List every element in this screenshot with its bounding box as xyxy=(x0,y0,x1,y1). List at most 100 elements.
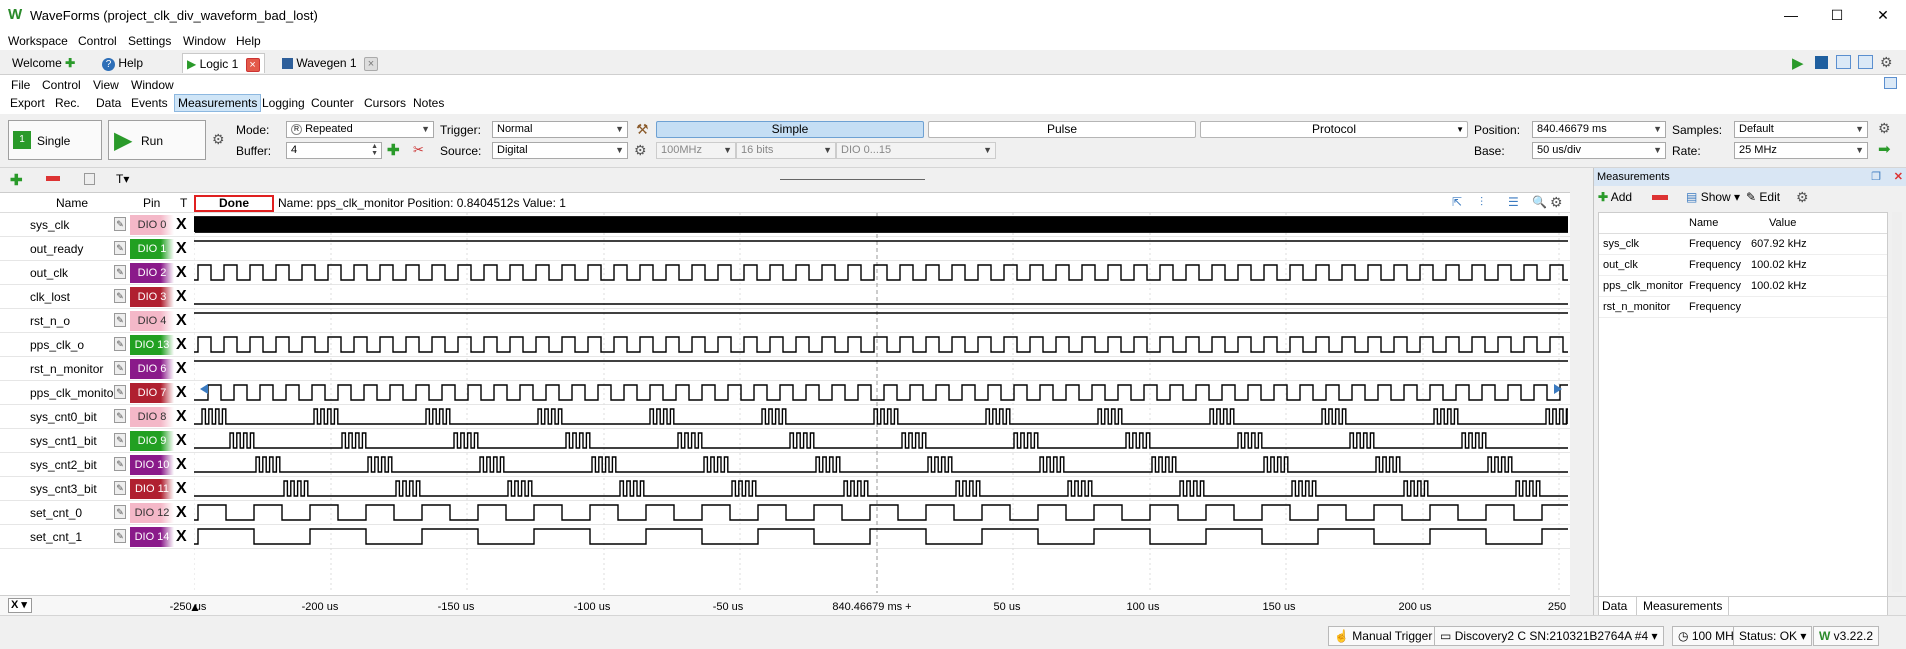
text-format-icon[interactable]: T▾ xyxy=(116,172,129,186)
submenu-window[interactable]: Window xyxy=(131,78,174,92)
trigger-condition-x[interactable]: X xyxy=(176,263,187,283)
show-button[interactable]: ▤ Show ▾ xyxy=(1686,190,1740,204)
pin-badge[interactable]: DIO 11 xyxy=(130,479,174,499)
pin-badge[interactable]: DIO 12 xyxy=(130,503,174,523)
axis-select[interactable]: X ▾ xyxy=(8,598,32,613)
edit-signal-icon[interactable]: ✎ xyxy=(114,505,126,519)
trigger-pulse-tab[interactable]: Pulse xyxy=(928,121,1196,138)
samples-select[interactable]: Default ▼ xyxy=(1734,121,1868,138)
cursor-left-marker-icon[interactable] xyxy=(200,384,208,394)
cascade-icon[interactable] xyxy=(1836,55,1851,69)
stop-all-icon[interactable] xyxy=(1815,56,1828,69)
pin-badge[interactable]: DIO 6 xyxy=(130,359,174,379)
trigger-condition-x[interactable]: X xyxy=(176,431,187,451)
trigger-condition-x[interactable]: X xyxy=(176,503,187,523)
trigger-condition-x[interactable]: X xyxy=(176,455,187,475)
submenu-file[interactable]: File xyxy=(11,78,30,92)
device-selector[interactable]: ▭ Discovery2 C SN:210321B2764A #4 ▾ xyxy=(1434,626,1664,646)
tab-wavegen[interactable]: Wavegen 1 × xyxy=(278,53,382,73)
tile-icon[interactable] xyxy=(1858,55,1873,69)
edit-signal-icon[interactable]: ✎ xyxy=(114,457,126,471)
measurement-row[interactable]: sys_clk Frequency 607.92 kHz xyxy=(1599,234,1887,255)
add-buffer-icon[interactable]: ✚ xyxy=(387,141,400,159)
base-select[interactable]: 50 us/div ▼ xyxy=(1532,142,1666,159)
mode-select[interactable]: R Repeated ▼ xyxy=(286,121,434,138)
export-button[interactable]: Export xyxy=(10,96,45,110)
signal-name[interactable]: pps_clk_monitor xyxy=(30,386,117,400)
pin-badge[interactable]: DIO 9 xyxy=(130,431,174,451)
edit-signal-icon[interactable]: ✎ xyxy=(114,409,126,423)
gear-icon[interactable]: ⚙ xyxy=(1550,194,1563,211)
trigger-simple-tab[interactable]: Simple xyxy=(656,121,924,138)
tab-measurements[interactable]: Measurements xyxy=(1636,597,1730,616)
remove-measurement-icon[interactable] xyxy=(1652,195,1668,200)
pin-badge[interactable]: DIO 4 xyxy=(130,311,174,331)
settings-gear-icon[interactable]: ⚙ xyxy=(1880,54,1893,71)
trigger-condition-x[interactable]: X xyxy=(176,287,187,307)
version-indicator[interactable]: W v3.22.2 xyxy=(1813,626,1880,646)
menu-window[interactable]: Window xyxy=(183,34,226,48)
arrow-right-icon[interactable]: ➡ xyxy=(1878,140,1891,158)
pin-badge[interactable]: DIO 7 xyxy=(130,383,174,403)
pin-badge[interactable]: DIO 2 xyxy=(130,263,174,283)
buffer-spinbox[interactable]: 4 ▲ ▼ xyxy=(286,142,382,159)
events-button[interactable]: Events xyxy=(131,96,168,110)
trigger-condition-x[interactable]: X xyxy=(176,527,187,547)
trigger-condition-x[interactable]: X xyxy=(176,311,187,331)
edit-channel-icon[interactable] xyxy=(84,173,95,185)
trigger-select[interactable]: Normal ▼ xyxy=(492,121,628,138)
trigger-condition-x[interactable]: X xyxy=(176,335,187,355)
zoom-icon[interactable]: 🔍 xyxy=(1532,195,1547,209)
single-button[interactable]: 1 Single xyxy=(8,120,102,160)
plus-icon[interactable]: ✚ xyxy=(65,56,75,70)
edit-signal-icon[interactable]: ✎ xyxy=(114,241,126,255)
edit-signal-icon[interactable]: ✎ xyxy=(114,337,126,351)
run-button[interactable]: ▶ Run xyxy=(108,120,206,160)
signal-name[interactable]: out_ready xyxy=(30,242,83,256)
notes-button[interactable]: Notes xyxy=(413,96,444,110)
pin-badge[interactable]: DIO 8 xyxy=(130,407,174,427)
cursors-button[interactable]: Cursors xyxy=(364,96,406,110)
trigger-protocol-tab[interactable]: Protocol ▼ xyxy=(1200,121,1468,138)
signal-name[interactable]: sys_cnt2_bit xyxy=(30,458,97,472)
cursor-tool-icon[interactable]: ⇱ xyxy=(1452,195,1462,209)
edit-signal-icon[interactable]: ✎ xyxy=(114,361,126,375)
edit-signal-icon[interactable]: ✎ xyxy=(114,217,126,231)
menu-help[interactable]: Help xyxy=(236,34,261,48)
manual-trigger-button[interactable]: ☝ Manual Trigger xyxy=(1328,626,1439,646)
pin-badge[interactable]: DIO 13 xyxy=(130,335,174,355)
edit-signal-icon[interactable]: ✎ xyxy=(114,433,126,447)
submenu-control[interactable]: Control xyxy=(42,78,81,92)
edit-button[interactable]: ✎ Edit xyxy=(1746,190,1780,204)
source-select[interactable]: Digital ▼ xyxy=(492,142,628,159)
pin-badge[interactable]: DIO 10 xyxy=(130,455,174,475)
edit-signal-icon[interactable]: ✎ xyxy=(114,529,126,543)
menu-settings[interactable]: Settings xyxy=(128,34,171,48)
gear-icon[interactable]: ⚙ xyxy=(634,142,647,159)
align-tool-icon[interactable]: ⫶ xyxy=(1480,195,1483,210)
close-icon[interactable]: ✕ xyxy=(1894,168,1903,186)
close-tab-icon[interactable]: × xyxy=(245,57,260,72)
rate-select[interactable]: 25 MHz ▼ xyxy=(1734,142,1868,159)
undock-icon[interactable] xyxy=(1884,77,1897,89)
signal-name[interactable]: pps_clk_o xyxy=(30,338,84,352)
measurements-button[interactable]: Measurements xyxy=(174,94,262,112)
spin-arrows-icon[interactable]: ▲ ▼ xyxy=(371,143,378,157)
add-channel-icon[interactable]: ✚ xyxy=(10,171,23,189)
signal-name[interactable]: sys_cnt1_bit xyxy=(30,434,97,448)
counter-button[interactable]: Counter xyxy=(311,96,354,110)
pin-badge[interactable]: DIO 1 xyxy=(130,239,174,259)
gear-icon[interactable]: ⚙ xyxy=(1796,189,1809,206)
tab-welcome[interactable]: Welcome ✚ xyxy=(8,53,79,73)
measurements-scrollbar[interactable] xyxy=(1892,212,1902,592)
edit-signal-icon[interactable]: ✎ xyxy=(114,289,126,303)
position-input[interactable]: 840.46679 ms ▼ xyxy=(1532,121,1666,138)
float-icon[interactable]: ❐ xyxy=(1871,168,1881,186)
signal-name[interactable]: set_cnt_1 xyxy=(30,530,82,544)
add-measurement-button[interactable]: ✚ Add xyxy=(1598,190,1632,204)
minimize-button[interactable]: — xyxy=(1768,0,1814,30)
tab-logic[interactable]: ▶ Logic 1 × xyxy=(182,53,265,73)
close-button[interactable]: ✕ xyxy=(1860,0,1906,30)
signal-name[interactable]: rst_n_monitor xyxy=(30,362,103,376)
edit-signal-icon[interactable]: ✎ xyxy=(114,265,126,279)
